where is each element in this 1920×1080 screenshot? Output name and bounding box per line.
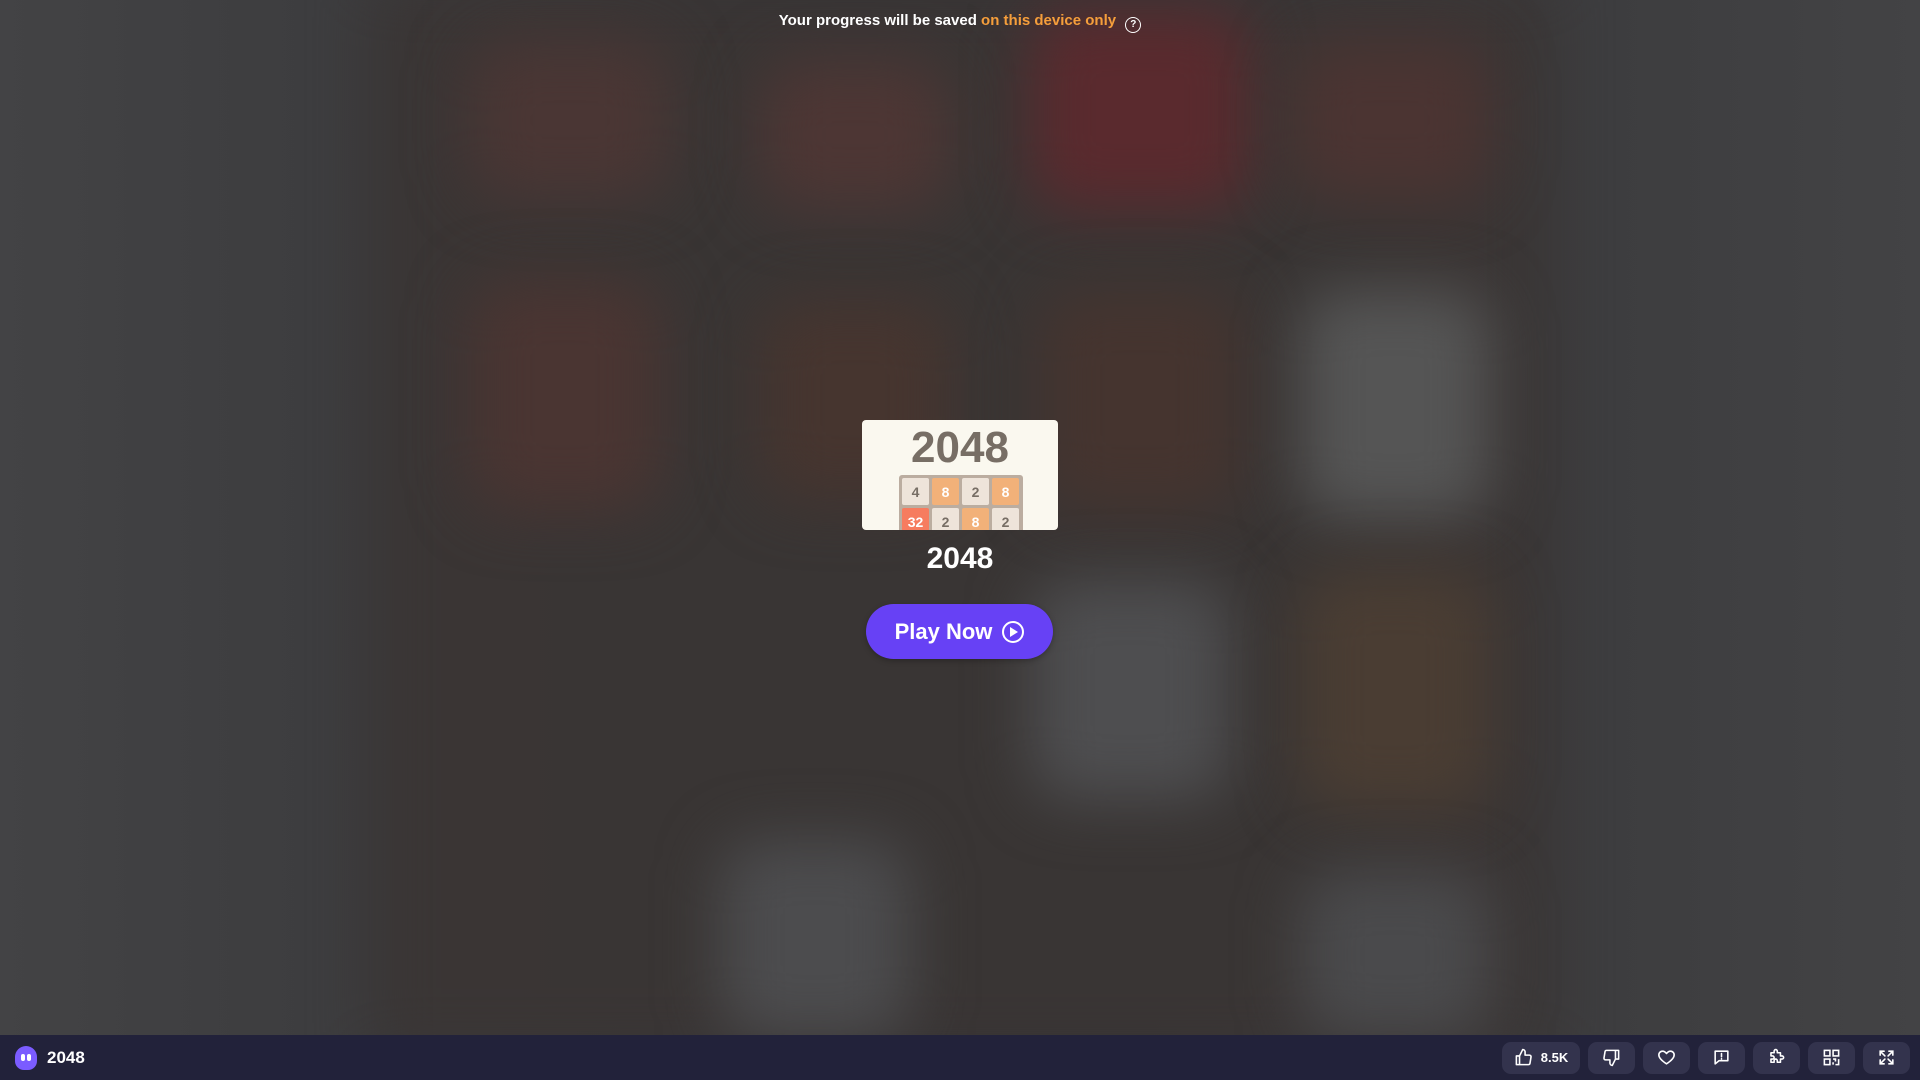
save-notice-text: Your progress will be saved — [778, 12, 977, 29]
thumbnail-tile: 2 — [932, 508, 959, 530]
action-buttons: 8.5K — [1502, 1041, 1910, 1074]
puzzle-icon — [1770, 1048, 1785, 1064]
bottom-bar: 2048 8.5K — [0, 1035, 1920, 1080]
qr-code-button[interactable] — [1808, 1041, 1855, 1074]
help-icon[interactable]: ? — [1125, 17, 1142, 33]
qr-code-icon — [1823, 1049, 1840, 1066]
play-circle-icon — [1002, 620, 1025, 643]
thumbnail-tile: 4 — [902, 478, 929, 505]
thumbs-down-icon — [1603, 1049, 1620, 1067]
play-now-button[interactable]: Play Now — [866, 604, 1053, 659]
report-button[interactable] — [1698, 1041, 1745, 1074]
play-now-label: Play Now — [894, 618, 993, 644]
thumbnail-tile: 32 — [902, 508, 929, 530]
thumbnail-tile: 2 — [992, 508, 1019, 530]
thumbnail-tile: 8 — [962, 508, 989, 530]
fullscreen-icon — [1879, 1050, 1894, 1065]
fullscreen-button[interactable] — [1863, 1041, 1910, 1074]
thumbnail-tile: 8 — [992, 478, 1019, 505]
thumbnail-tile: 8 — [932, 478, 959, 505]
like-count: 8.5K — [1540, 1050, 1569, 1065]
thumbnail-title: 2048 — [911, 423, 1009, 472]
dislike-button[interactable] — [1588, 1041, 1635, 1074]
heart-icon — [1658, 1050, 1675, 1065]
game-title: 2048 — [926, 542, 994, 575]
bottom-bar-title: 2048 — [47, 1047, 85, 1067]
report-icon — [1714, 1050, 1729, 1065]
game-thumbnail: 2048 4 8 2 8 32 2 8 2 — [862, 420, 1058, 530]
site-logo-icon[interactable] — [15, 1045, 37, 1070]
save-notice: Your progress will be saved on this devi… — [0, 12, 1920, 33]
thumbnail-board: 4 8 2 8 32 2 8 2 — [899, 475, 1023, 530]
like-button[interactable]: 8.5K — [1502, 1041, 1580, 1074]
theater-mode-button[interactable] — [1753, 1041, 1800, 1074]
thumbs-up-icon — [1515, 1048, 1532, 1066]
thumbnail-tile: 2 — [962, 478, 989, 505]
save-notice-highlight: on this device only — [981, 12, 1117, 29]
favorite-button[interactable] — [1643, 1041, 1690, 1074]
